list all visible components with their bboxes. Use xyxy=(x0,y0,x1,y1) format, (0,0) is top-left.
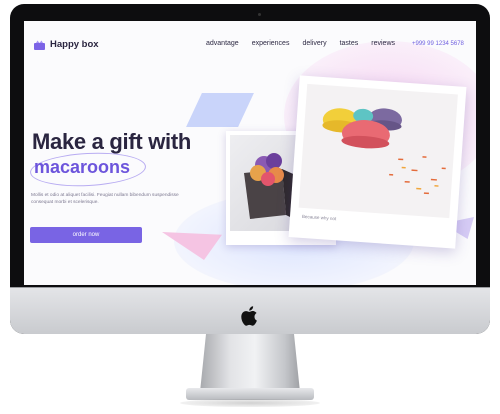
apple-icon xyxy=(241,306,257,326)
gift-box-icon xyxy=(34,40,45,50)
macaroons-image xyxy=(298,83,458,219)
nav-item-delivery[interactable]: delivery xyxy=(302,40,326,47)
macaroons-photo: Because why not xyxy=(288,75,467,249)
nav-item-tastes[interactable]: tastes xyxy=(340,40,359,47)
nav-item-advantage[interactable]: advantage xyxy=(206,40,239,47)
hero-headline: Make a gift with xyxy=(32,129,191,154)
chin-divider xyxy=(10,287,490,288)
monitor-stand xyxy=(200,334,300,392)
hero-description: Mollis et odio at aliquet facilisi. Feug… xyxy=(31,193,179,205)
order-now-button[interactable]: order now xyxy=(30,227,142,243)
camera xyxy=(258,13,261,16)
hero-highlight-word: macaroons xyxy=(34,157,131,177)
brand-logo[interactable]: Happy box xyxy=(34,39,99,50)
base-shadow xyxy=(180,399,320,407)
blue-shape xyxy=(186,93,254,127)
brand-name: Happy box xyxy=(50,39,99,50)
nav-item-reviews[interactable]: reviews xyxy=(371,40,395,47)
phone-number[interactable]: +999 99 1234 5678 xyxy=(412,41,464,47)
main-nav: advantage experiences delivery tastes re… xyxy=(206,40,395,47)
website-screen: Happy box advantage experiences delivery… xyxy=(24,21,476,285)
photo-caption: Because why not xyxy=(301,213,337,222)
nav-item-experiences[interactable]: experiences xyxy=(252,40,290,47)
